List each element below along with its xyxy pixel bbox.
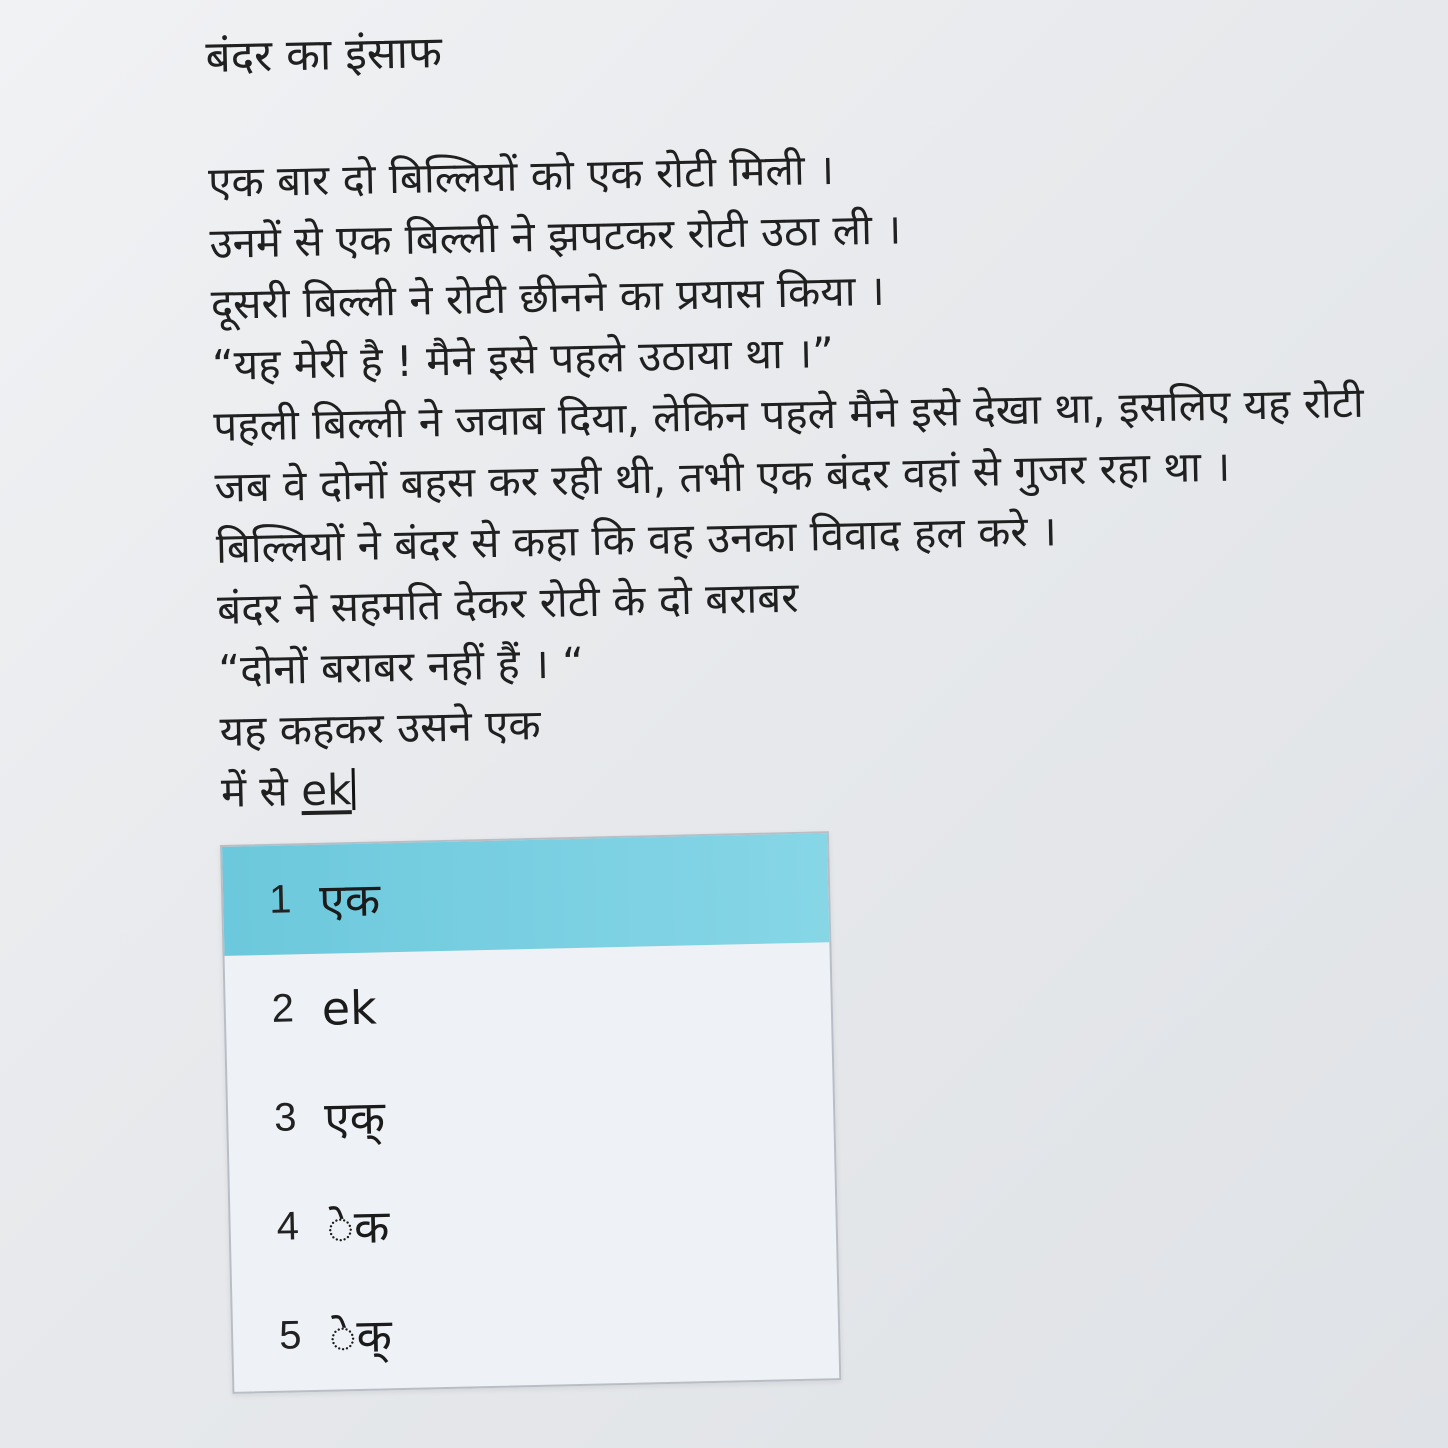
ime-candidate-window[interactable]: 1 एक 2 ek 3 एक् 4 ेक 5 ेक् bbox=[220, 831, 842, 1394]
candidate-number: 5 bbox=[278, 1313, 302, 1358]
ime-composition-text[interactable]: ek bbox=[301, 765, 352, 815]
candidate-text: ेक् bbox=[328, 1307, 393, 1364]
ime-candidate-5[interactable]: 5 ेक् bbox=[232, 1269, 839, 1392]
text-cursor bbox=[351, 768, 356, 811]
candidate-number: 1 bbox=[268, 877, 293, 922]
document-title: बंदर का इंसाफ bbox=[205, 27, 443, 83]
candidate-number: 3 bbox=[273, 1095, 297, 1140]
candidate-text: ेक bbox=[326, 1198, 390, 1255]
ime-candidate-3[interactable]: 3 एक् bbox=[227, 1051, 834, 1174]
candidate-text: ek bbox=[321, 979, 378, 1036]
ime-candidate-1[interactable]: 1 एक bbox=[222, 833, 830, 956]
screen: बंदर का इंसाफ एक बार दो बिल्लियों को एक … bbox=[0, 0, 1448, 1448]
candidate-text: एक् bbox=[323, 1089, 386, 1146]
candidate-text: एक bbox=[318, 871, 381, 928]
current-line-prefix: में से bbox=[220, 766, 302, 817]
ime-candidate-2[interactable]: 2 ek bbox=[225, 942, 832, 1065]
candidate-number: 2 bbox=[271, 986, 295, 1031]
ime-candidate-4[interactable]: 4 ेक bbox=[229, 1160, 836, 1283]
document-body[interactable]: बंदर का इंसाफ एक बार दो बिल्लियों को एक … bbox=[205, 2, 1448, 823]
candidate-number: 4 bbox=[276, 1204, 300, 1249]
